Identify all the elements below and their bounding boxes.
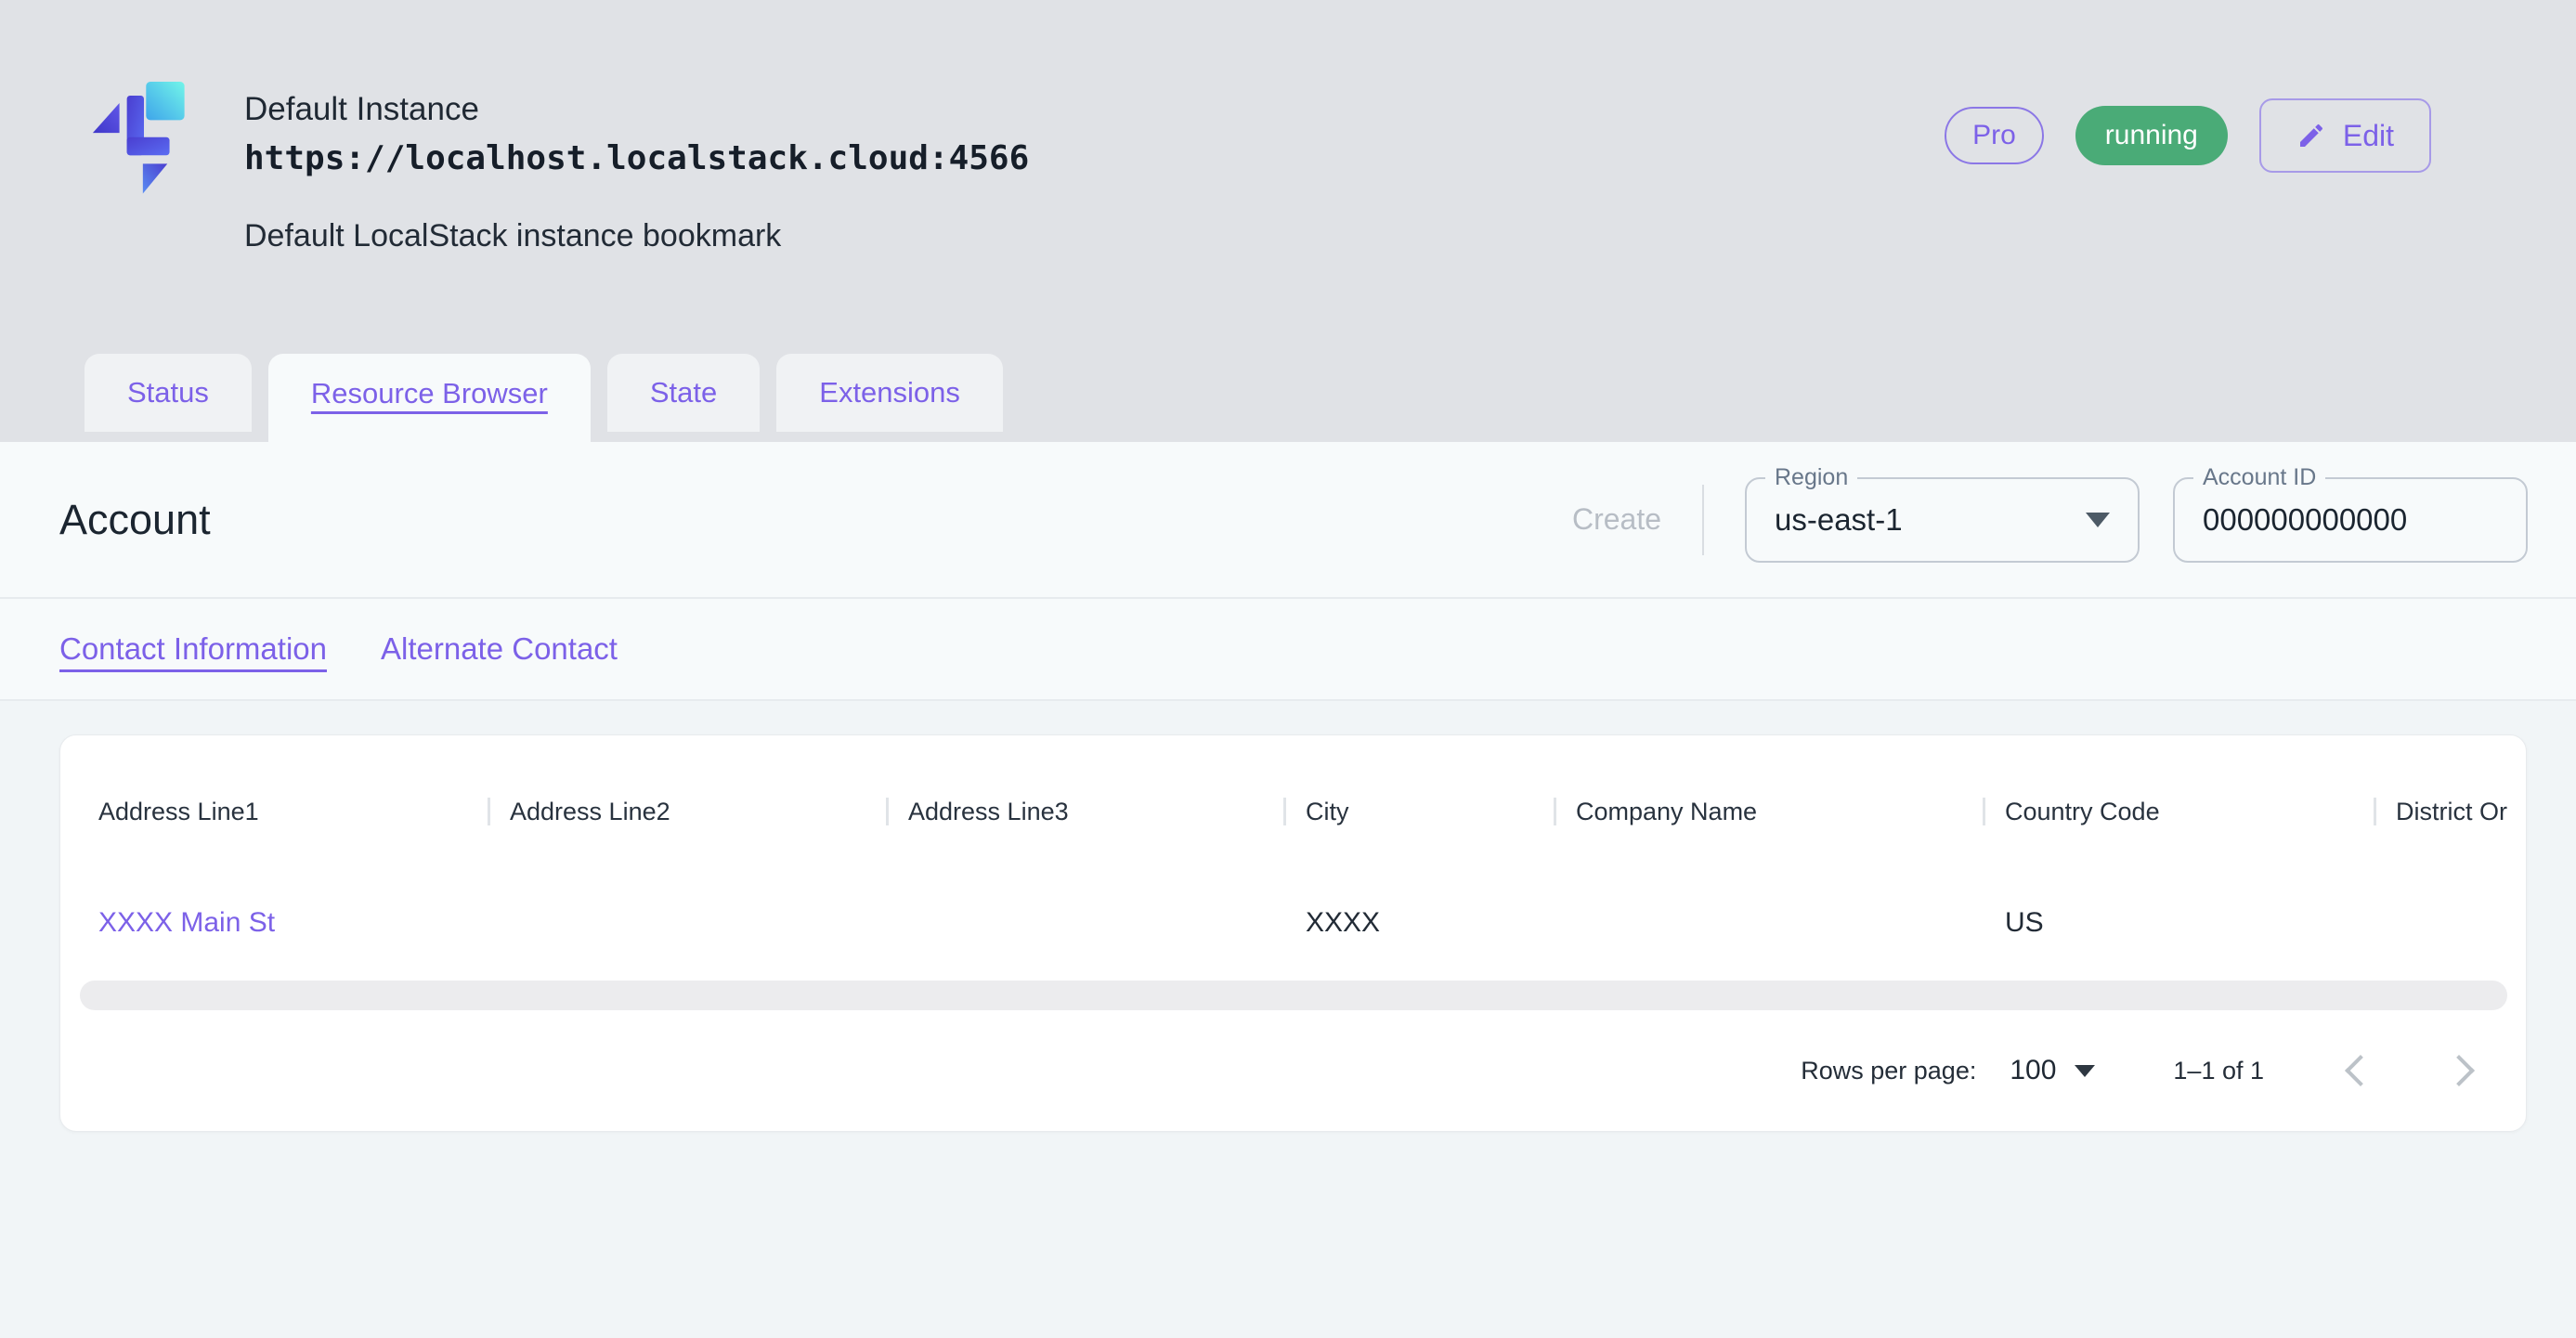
instance-info: Default Instance https://localhost.local… bbox=[90, 74, 1029, 254]
subtab-contact-information[interactable]: Contact Information bbox=[59, 631, 327, 667]
tab-extensions[interactable]: Extensions bbox=[776, 354, 1003, 432]
rows-per-page-value: 100 bbox=[2010, 1055, 2056, 1086]
tab-state[interactable]: State bbox=[607, 354, 760, 432]
column-separator bbox=[488, 798, 490, 825]
localstack-logo-icon bbox=[90, 74, 198, 197]
account-toolbar: Account Create Region us-east-1 Account … bbox=[0, 442, 2576, 599]
column-header-district: District Or bbox=[2374, 791, 2527, 832]
tab-status[interactable]: Status bbox=[85, 354, 252, 432]
column-header-address-line3: Address Line3 bbox=[886, 791, 1283, 832]
cell-country-code: US bbox=[1983, 903, 2374, 943]
instance-header: Default Instance https://localhost.local… bbox=[0, 0, 2576, 254]
pencil-icon bbox=[2296, 121, 2326, 150]
tab-state-label: State bbox=[650, 376, 717, 409]
tab-extensions-label: Extensions bbox=[819, 376, 960, 409]
page-title: Account bbox=[59, 496, 211, 544]
instance-title: Default Instance bbox=[244, 91, 1029, 128]
next-page-icon[interactable] bbox=[2443, 1055, 2475, 1086]
account-subtabs: Contact Information Alternate Contact bbox=[0, 599, 2576, 701]
table-pagination: Rows per page: 100 1–1 of 1 bbox=[60, 1010, 2526, 1131]
instance-badges: Pro running Edit bbox=[1945, 98, 2431, 173]
region-select-value: us-east-1 bbox=[1775, 502, 1903, 538]
column-header-country-code: Country Code bbox=[1983, 791, 2374, 832]
column-separator bbox=[1283, 798, 1286, 825]
resource-browser-panel: Account Create Region us-east-1 Account … bbox=[0, 442, 2576, 1338]
tab-resource-browser-label: Resource Browser bbox=[311, 377, 548, 410]
column-header-address-line2: Address Line2 bbox=[488, 791, 886, 832]
instance-text-block: Default Instance https://localhost.local… bbox=[244, 91, 1029, 254]
column-separator bbox=[1983, 798, 1985, 825]
pagination-range: 1–1 of 1 bbox=[2173, 1057, 2264, 1085]
edit-button[interactable]: Edit bbox=[2259, 98, 2431, 173]
table-section: Address Line1 Address Line2 Address Line… bbox=[0, 701, 2576, 1338]
tab-status-label: Status bbox=[127, 376, 209, 409]
previous-page-icon[interactable] bbox=[2345, 1055, 2376, 1086]
localstack-instance-page: Default Instance https://localhost.local… bbox=[0, 0, 2576, 1338]
column-separator bbox=[886, 798, 889, 825]
cell-city: XXXX bbox=[1283, 903, 1554, 943]
rows-per-page-label: Rows per page: bbox=[1801, 1057, 1976, 1085]
create-button[interactable]: Create bbox=[1572, 502, 1661, 537]
main-tabs: Status Resource Browser State Extensions bbox=[85, 354, 1003, 442]
status-badge: running bbox=[2075, 106, 2228, 165]
instance-url: https://localhost.localstack.cloud:4566 bbox=[244, 139, 1029, 177]
edit-button-label: Edit bbox=[2343, 119, 2394, 153]
table-row: XXXX Main St XXXX US bbox=[60, 903, 2526, 943]
pro-badge: Pro bbox=[1945, 107, 2044, 164]
account-id-field-label: Account ID bbox=[2193, 464, 2325, 491]
contact-information-card: Address Line1 Address Line2 Address Line… bbox=[59, 734, 2527, 1132]
instance-subtitle: Default LocalStack instance bookmark bbox=[244, 218, 1029, 254]
cell-district bbox=[2374, 903, 2527, 943]
column-header-address-line1: Address Line1 bbox=[60, 791, 488, 832]
account-id-field-wrap: Account ID bbox=[2173, 477, 2528, 563]
region-select-label: Region bbox=[1765, 464, 1857, 491]
column-separator bbox=[2374, 798, 2376, 825]
column-header-city: City bbox=[1283, 791, 1554, 832]
cell-address-line2 bbox=[488, 903, 886, 943]
cell-address-line3 bbox=[886, 903, 1283, 943]
cell-company-name bbox=[1554, 903, 1983, 943]
toolbar-divider bbox=[1702, 485, 1704, 555]
table-header-row: Address Line1 Address Line2 Address Line… bbox=[60, 791, 2526, 832]
account-id-input[interactable] bbox=[2203, 502, 2498, 538]
rows-per-page-select[interactable]: 100 bbox=[2010, 1055, 2095, 1086]
column-header-company-name: Company Name bbox=[1554, 791, 1983, 832]
column-separator bbox=[1554, 798, 1556, 825]
region-select[interactable]: Region us-east-1 bbox=[1745, 477, 2140, 563]
tab-resource-browser[interactable]: Resource Browser bbox=[268, 354, 591, 442]
subtab-alternate-contact[interactable]: Alternate Contact bbox=[381, 631, 618, 667]
horizontal-scrollbar[interactable] bbox=[80, 981, 2507, 1010]
chevron-down-icon bbox=[2075, 1065, 2095, 1077]
cell-address-line1-link[interactable]: XXXX Main St bbox=[60, 903, 488, 943]
chevron-down-icon bbox=[2086, 513, 2110, 527]
